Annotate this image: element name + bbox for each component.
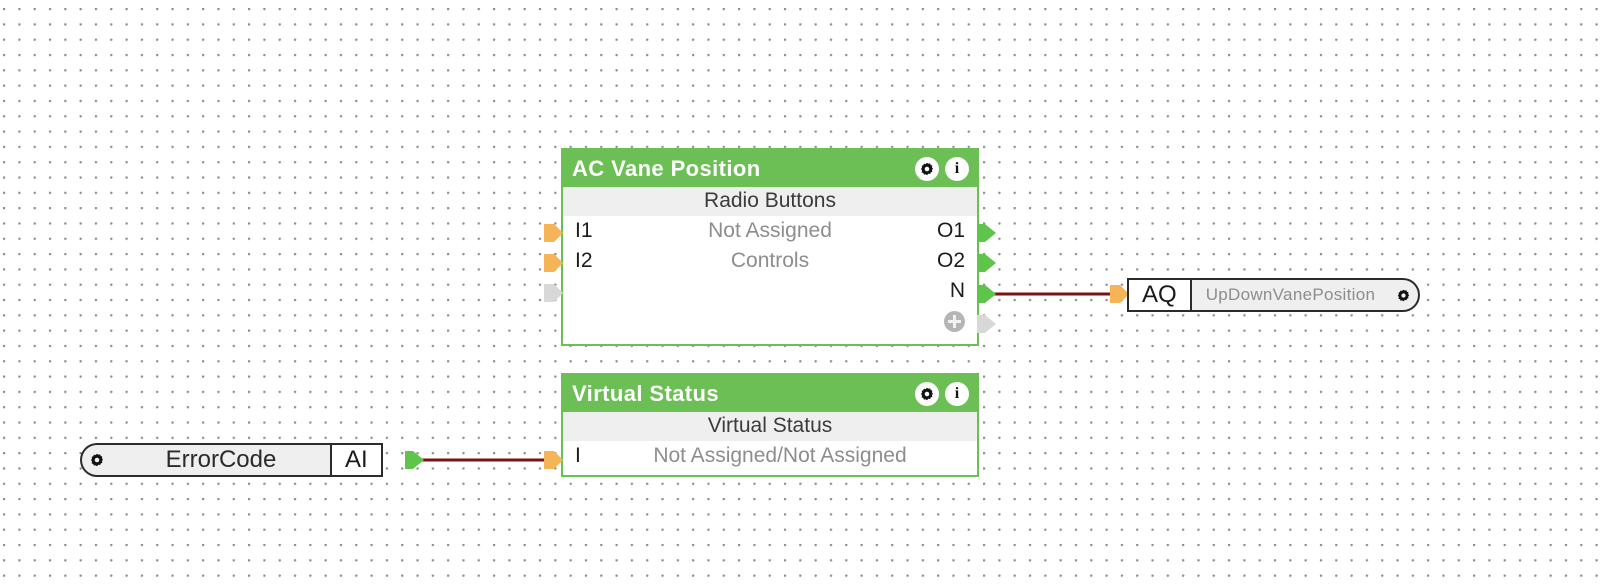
variable-node-error-code[interactable]: ErrorCode AI	[80, 443, 383, 477]
gear-icon[interactable]	[915, 156, 939, 181]
plus-icon	[944, 310, 965, 332]
block-row[interactable]: I2 Controls O2	[563, 246, 977, 276]
row-value: Not Assigned/Not Assigned	[653, 444, 907, 468]
info-icon[interactable]: i	[945, 156, 969, 181]
variable-type-label: AI	[330, 443, 383, 477]
gear-icon[interactable]	[80, 443, 112, 477]
output-label: O1	[936, 219, 965, 243]
block-row[interactable]: I1 Not Assigned O1	[563, 216, 977, 246]
block-ac-vane-position[interactable]: AC Vane Position i Radio Buttons I1 Not …	[561, 148, 979, 346]
info-glyph: i	[954, 384, 960, 402]
row-value: Controls	[730, 249, 810, 273]
block-header[interactable]: AC Vane Position i	[563, 150, 977, 187]
add-output-row-button[interactable]	[909, 310, 965, 332]
block-body: I Not Assigned/Not Assigned	[563, 441, 977, 472]
output-label: N	[949, 279, 965, 303]
header-icon-group: i	[915, 381, 969, 406]
block-title: AC Vane Position	[572, 155, 761, 181]
input-label: I	[575, 444, 581, 468]
block-title: Virtual Status	[572, 380, 720, 406]
block-row[interactable]: N	[563, 276, 977, 306]
row-value: Not Assigned	[708, 219, 832, 243]
block-header[interactable]: Virtual Status i	[563, 375, 977, 412]
variable-name-label: UpDownVanePosition	[1189, 278, 1390, 312]
header-icon-group: i	[915, 156, 969, 181]
block-row[interactable]: I Not Assigned/Not Assigned	[563, 441, 977, 471]
info-icon[interactable]: i	[945, 381, 969, 406]
block-subtitle: Radio Buttons	[563, 187, 977, 217]
variable-node-up-down-vane-position[interactable]: AQ UpDownVanePosition	[1127, 278, 1421, 312]
variable-type-label: AQ	[1127, 278, 1190, 312]
block-body: I1 Not Assigned O1 I2 Controls O2 N	[563, 216, 977, 337]
block-virtual-status[interactable]: Virtual Status i Virtual Status I Not As…	[561, 373, 979, 477]
input-label: I2	[575, 249, 593, 273]
info-glyph: i	[954, 159, 960, 177]
gear-icon[interactable]	[1389, 278, 1421, 312]
block-row[interactable]	[563, 306, 977, 336]
output-label: O2	[936, 249, 965, 273]
variable-name-label: ErrorCode	[112, 443, 330, 477]
gear-icon[interactable]	[915, 381, 939, 406]
block-subtitle: Virtual Status	[563, 412, 977, 442]
input-label: I1	[575, 219, 593, 243]
